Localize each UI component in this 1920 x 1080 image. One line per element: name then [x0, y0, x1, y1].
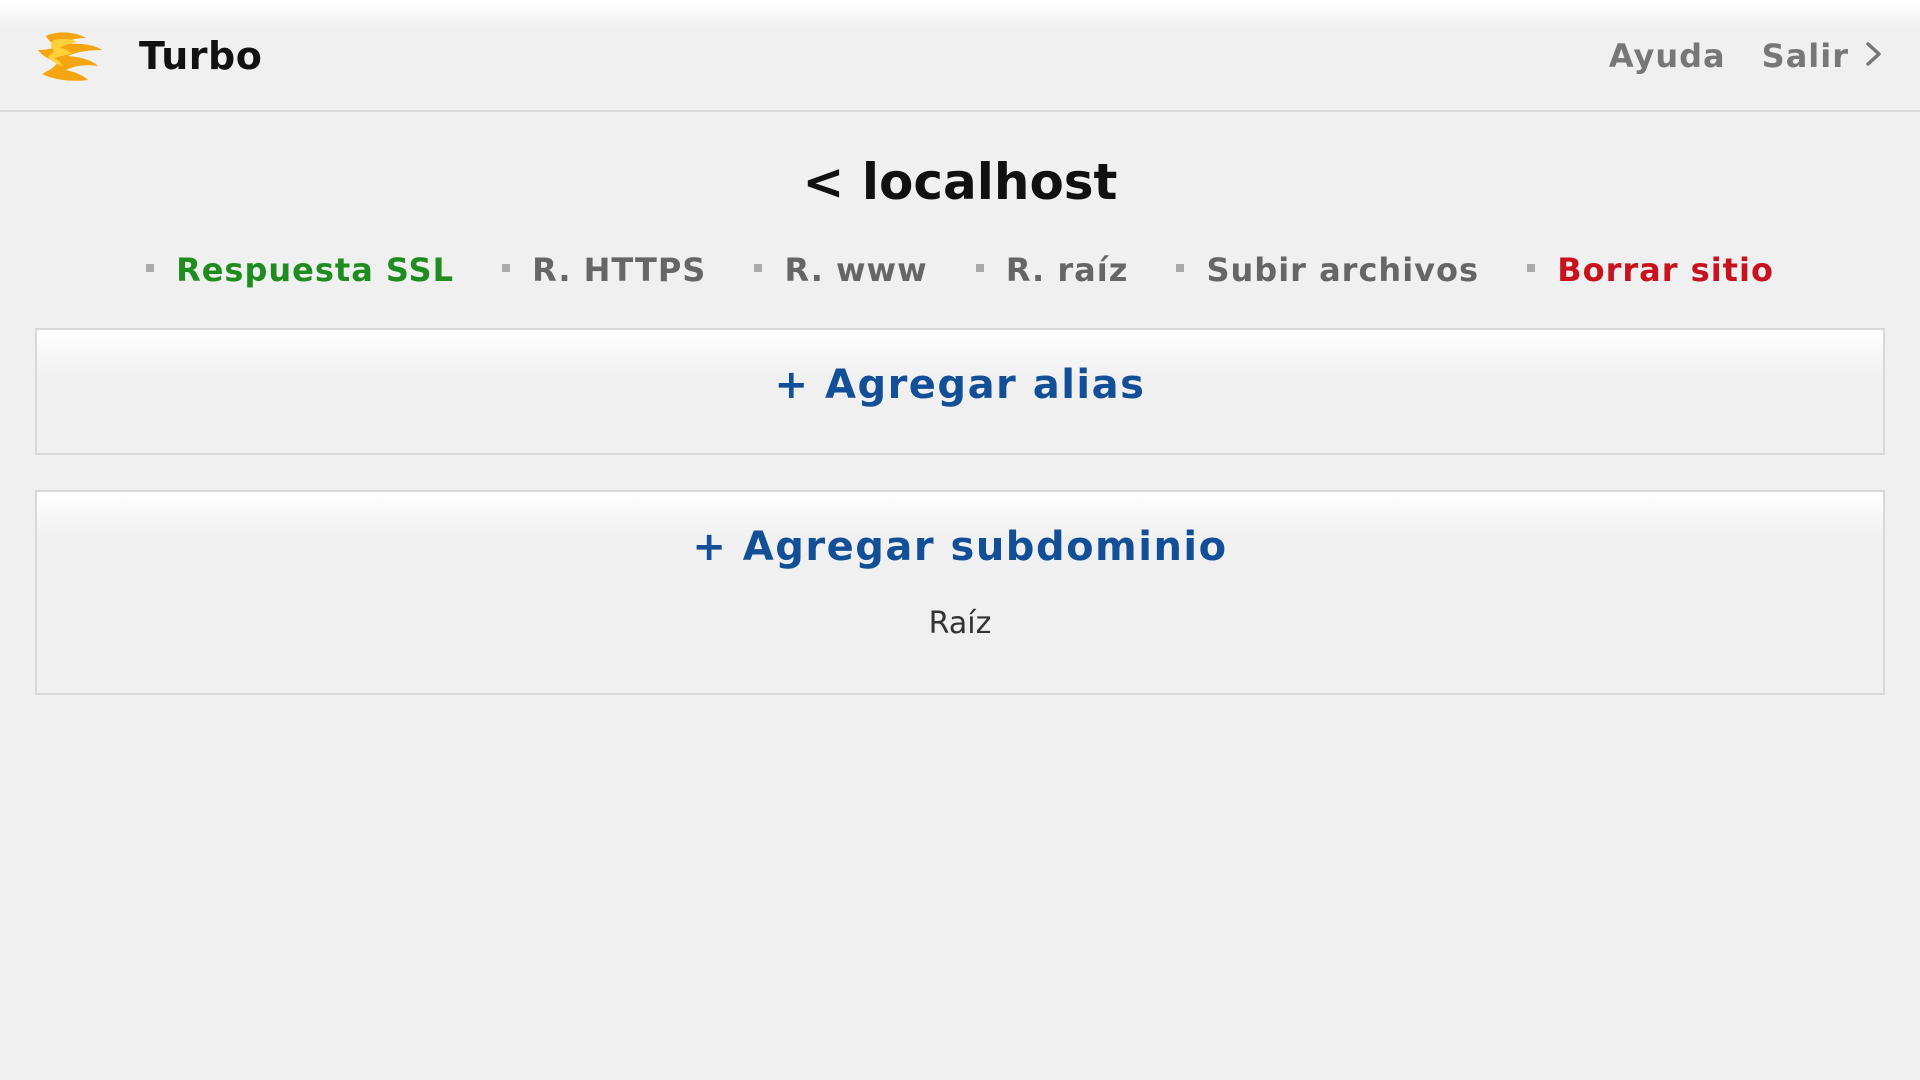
page-title: < localhost	[0, 150, 1920, 214]
action-label: Subir archivos	[1206, 251, 1480, 289]
bullet-icon	[754, 264, 763, 272]
back-link[interactable]: <	[803, 153, 845, 211]
subdomain-panel: + Agregar subdominio Raíz	[35, 490, 1885, 695]
add-subdomain-button[interactable]: + Agregar subdominio	[692, 524, 1227, 570]
logout-label: Salir	[1761, 37, 1849, 75]
subdomain-item-root[interactable]: Raíz	[37, 606, 1883, 641]
brand-name[interactable]: Turbo	[139, 30, 262, 82]
action-label: R. HTTPS	[532, 251, 707, 289]
site-name: localhost	[861, 153, 1118, 211]
ssl-response-action[interactable]: Respuesta SSL	[146, 246, 454, 294]
bullet-icon	[975, 264, 984, 272]
upload-files-action[interactable]: Subir archivos	[1176, 246, 1479, 294]
action-label: Respuesta SSL	[176, 251, 454, 289]
chevron-right-icon	[1866, 42, 1881, 66]
add-alias-button[interactable]: + Agregar alias	[775, 362, 1146, 408]
bullet-icon	[1176, 264, 1185, 272]
site-actions: Respuesta SSL R. HTTPS R. www R. raíz Su…	[0, 246, 1920, 294]
action-label: R. www	[784, 251, 928, 289]
https-redirect-action[interactable]: R. HTTPS	[502, 246, 706, 294]
logout-link[interactable]: Salir	[1762, 37, 1885, 75]
alias-panel: + Agregar alias	[35, 328, 1885, 455]
help-link[interactable]: Ayuda	[1609, 37, 1726, 75]
bullet-icon	[146, 264, 155, 272]
action-label: R. raíz	[1005, 251, 1129, 289]
bullet-icon	[1527, 264, 1536, 272]
root-redirect-action[interactable]: R. raíz	[975, 246, 1129, 294]
flame-logo-icon[interactable]	[36, 30, 104, 82]
bullet-icon	[502, 264, 511, 272]
delete-site-action[interactable]: Borrar sitio	[1527, 246, 1774, 294]
action-label: Borrar sitio	[1557, 251, 1774, 289]
top-nav-links: Ayuda Salir	[1609, 30, 1885, 82]
www-redirect-action[interactable]: R. www	[754, 246, 927, 294]
top-navbar: Turbo Ayuda Salir	[0, 0, 1920, 112]
